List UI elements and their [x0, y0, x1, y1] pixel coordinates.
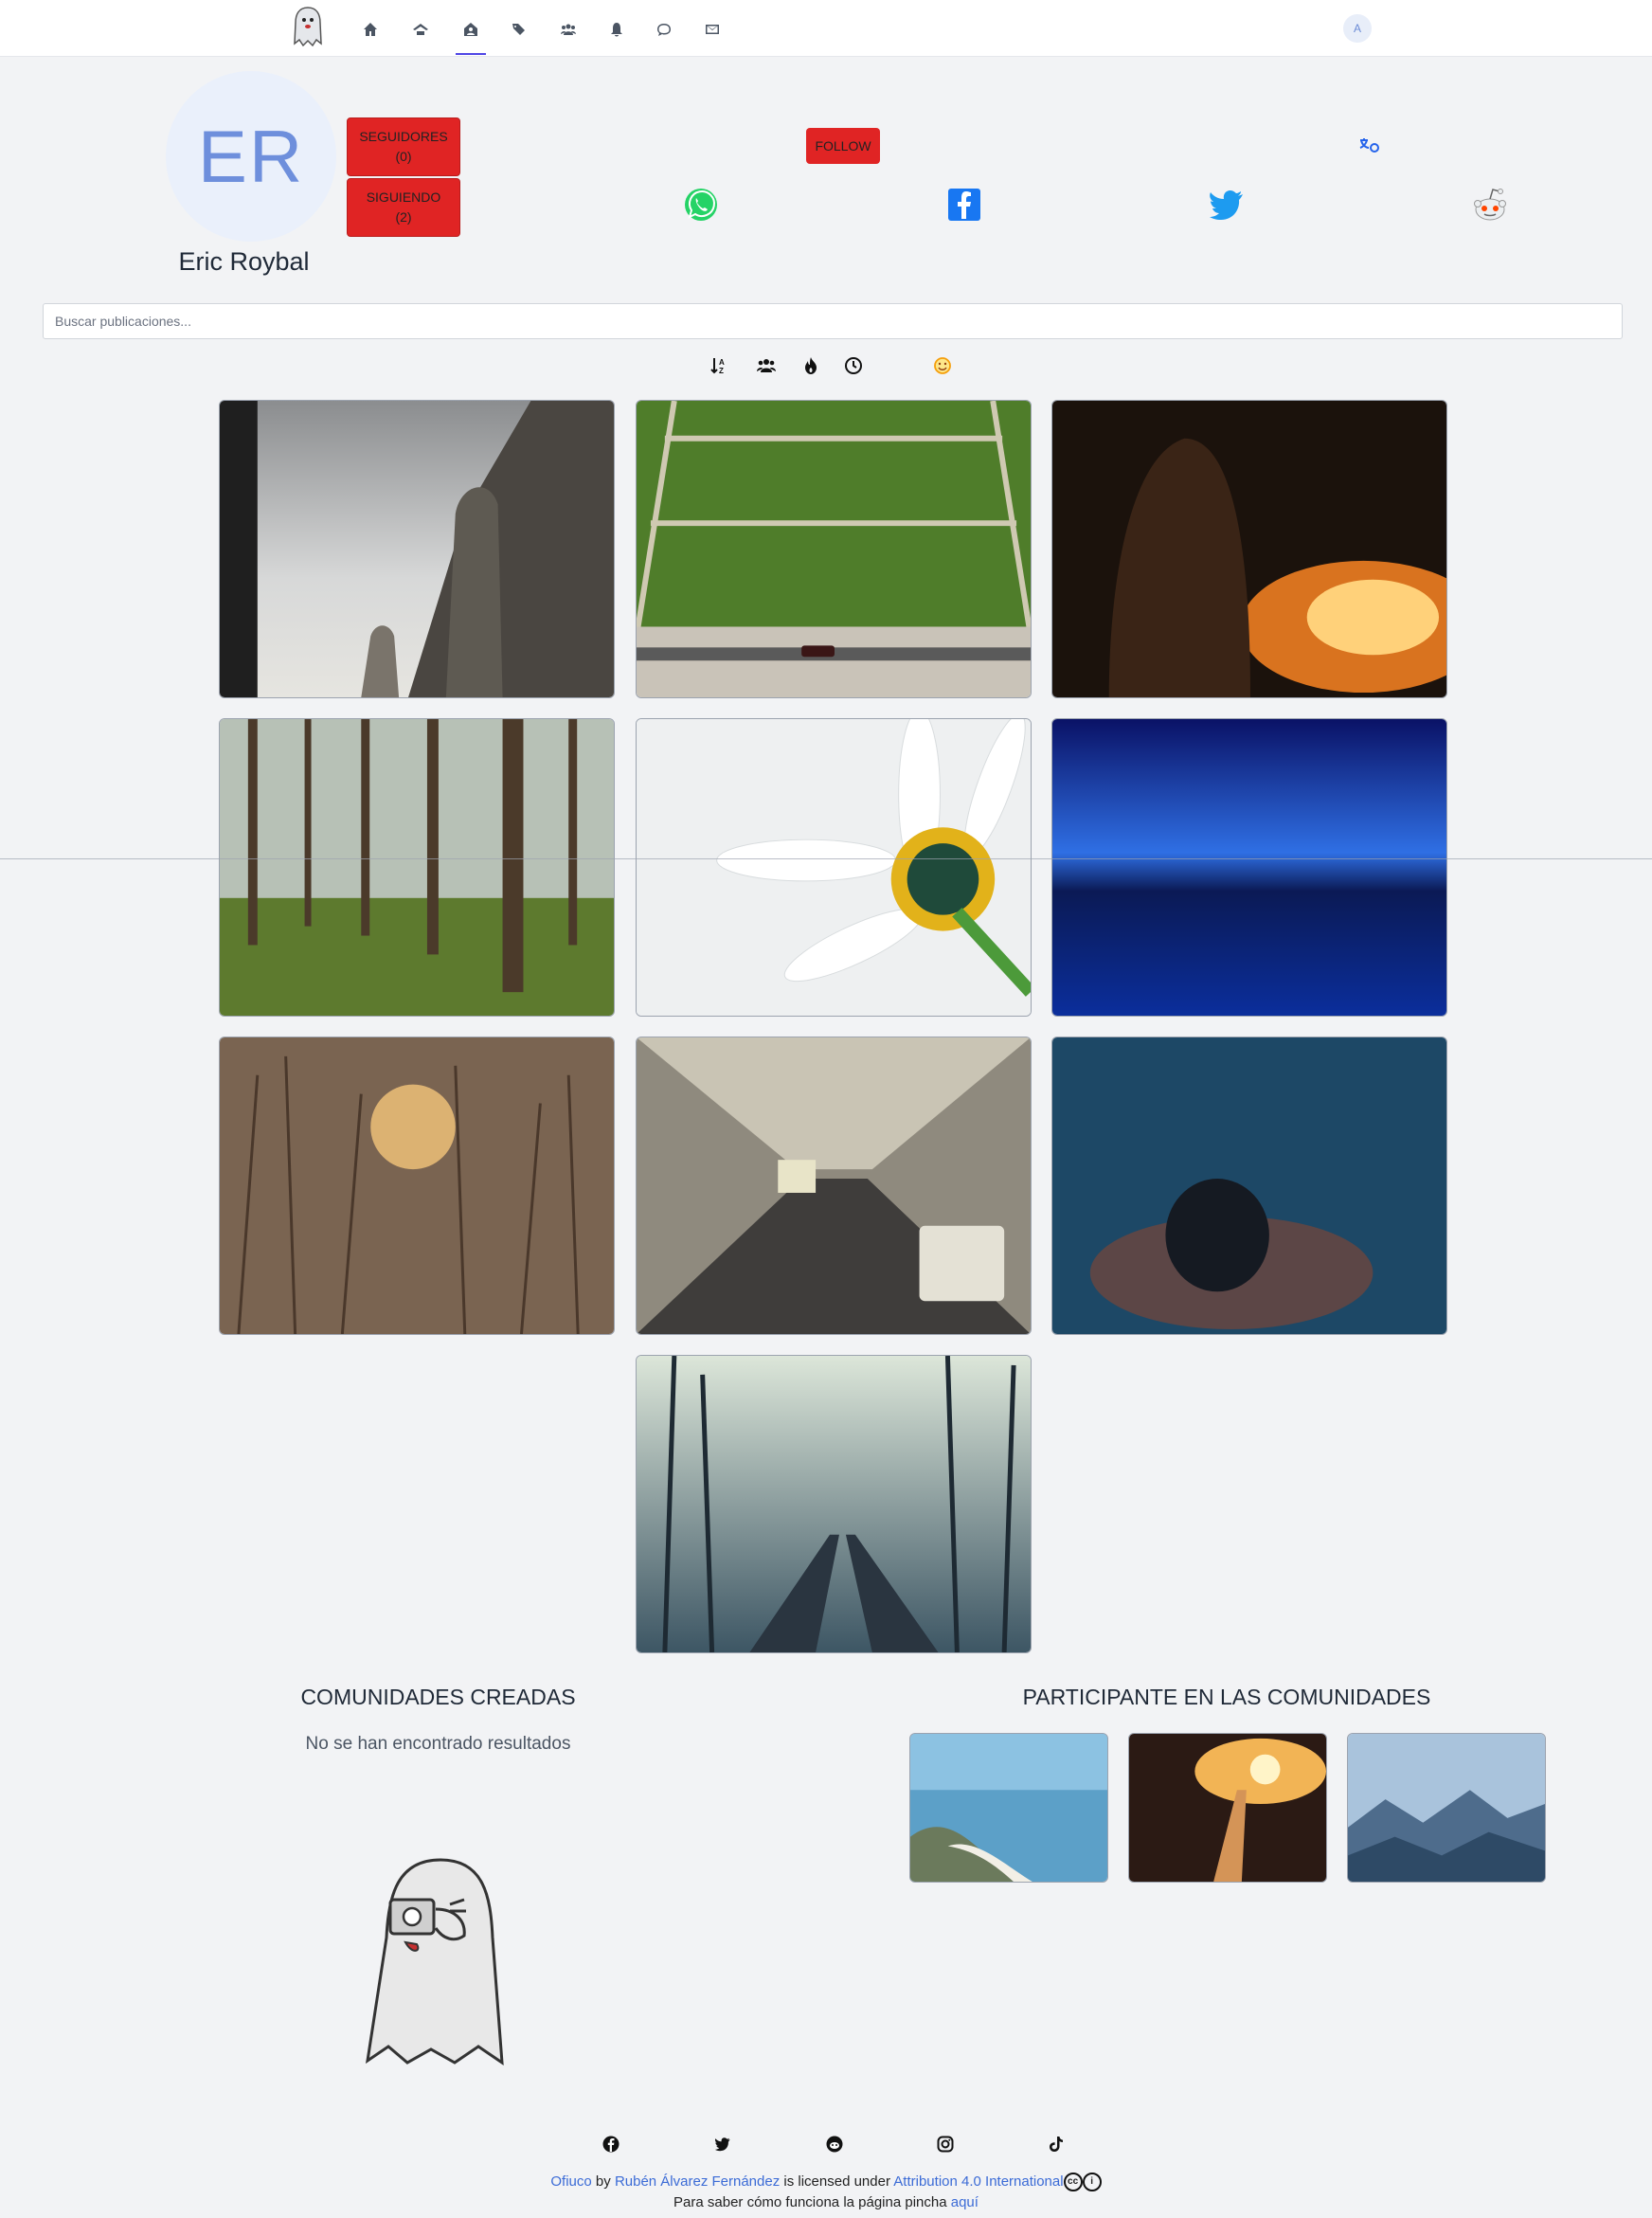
sort-alpha-icon: A Z — [710, 358, 725, 375]
footer-twitter-link[interactable] — [713, 2135, 732, 2154]
created-communities-title: COMUNIDADES CREADAS — [300, 1685, 576, 1709]
post-tile[interactable] — [636, 718, 1032, 1017]
reddit-icon[interactable] — [1471, 186, 1509, 224]
community-card[interactable] — [909, 1733, 1108, 1883]
nav-ghost-house[interactable] — [408, 17, 433, 42]
fire-icon — [805, 357, 817, 374]
popular-filter[interactable] — [799, 354, 822, 377]
twitter-icon[interactable] — [1208, 186, 1246, 224]
divider-line — [0, 858, 1652, 859]
svg-text:Z: Z — [719, 367, 724, 375]
post-tile[interactable] — [219, 400, 615, 698]
foggy-railroad-image — [637, 1356, 1031, 1652]
clock-icon — [845, 357, 862, 374]
translate-icon[interactable] — [1358, 136, 1381, 153]
search-posts-input[interactable] — [43, 303, 1623, 339]
sunset-grass-image — [220, 1037, 614, 1334]
architecture-dome-image — [220, 401, 614, 697]
mountains-clouds-image — [1348, 1734, 1545, 1882]
post-tile[interactable] — [636, 400, 1032, 698]
instagram-icon — [937, 2136, 954, 2153]
license-link[interactable]: Attribution 4.0 International — [893, 2173, 1063, 2190]
license-line: Ofiuco by Rubén Álvarez Fernández is lic… — [0, 2173, 1652, 2191]
smile-icon — [934, 357, 951, 374]
mood-filter[interactable] — [931, 354, 954, 377]
white-daisy-image — [637, 719, 1031, 1016]
licensed-text: is licensed under — [783, 2173, 890, 2190]
help-text: Para saber cómo funciona la página pinch… — [673, 2194, 947, 2210]
facebook-icon[interactable] — [945, 186, 983, 224]
nav-users[interactable] — [556, 17, 581, 42]
ghost-logo-icon[interactable] — [291, 6, 325, 49]
follow-button[interactable]: FOLLOW — [806, 128, 880, 164]
post-tile[interactable] — [636, 1355, 1032, 1653]
footer-reddit-link[interactable] — [825, 2135, 844, 2154]
whatsapp-icon[interactable] — [682, 186, 720, 224]
twitter-icon — [714, 2137, 730, 2152]
sort-alpha-filter[interactable]: A Z — [708, 354, 730, 377]
post-tile[interactable] — [636, 1037, 1032, 1335]
users-icon — [561, 24, 576, 35]
chat-icon — [657, 24, 671, 36]
post-tile[interactable] — [1051, 1037, 1447, 1335]
nav-chat[interactable] — [652, 17, 676, 42]
coast-aerial-image — [910, 1734, 1107, 1882]
facebook-icon — [602, 2136, 620, 2153]
bell-icon — [611, 23, 622, 37]
site-link[interactable]: Ofiuco — [550, 2173, 591, 2190]
ghost-camera-illustration — [365, 1858, 504, 2065]
help-link[interactable]: aquí — [951, 2194, 979, 2210]
footer-instagram-link[interactable] — [936, 2135, 955, 2154]
cc-icon: cc — [1063, 2173, 1083, 2191]
underwater-swimmer-image — [1052, 1037, 1446, 1334]
nav-notifications[interactable] — [604, 17, 629, 42]
following-count: (2) — [395, 209, 412, 225]
top-navbar: A — [0, 0, 1652, 57]
post-tile[interactable] — [219, 718, 615, 1017]
followers-label: SEGUIDORES — [359, 129, 448, 144]
green-field-car-image — [637, 401, 1031, 697]
cc-by-icon: i — [1082, 2173, 1102, 2191]
recent-filter[interactable] — [842, 354, 865, 377]
tags-icon — [512, 24, 525, 35]
help-line: Para saber cómo funciona la página pinch… — [0, 2194, 1652, 2210]
envelope-icon — [706, 25, 719, 34]
no-results-text: No se han encontrado resultados — [305, 1734, 571, 1754]
railway-sunset-image — [1129, 1734, 1326, 1882]
girl-bonfire-image — [1052, 401, 1446, 697]
ghost-house-icon — [413, 24, 428, 35]
post-tile[interactable] — [1051, 400, 1447, 698]
following-button[interactable]: SIGUIENDO (2) — [347, 178, 460, 237]
svg-text:A: A — [719, 358, 725, 367]
following-label: SIGUIENDO — [366, 189, 441, 205]
post-tile[interactable] — [219, 1037, 615, 1335]
tiktok-icon — [1050, 2137, 1063, 2152]
users-icon — [757, 359, 776, 372]
post-tile[interactable] — [1051, 718, 1447, 1017]
by-text: by — [595, 2173, 611, 2190]
user-avatar[interactable]: A — [1343, 14, 1372, 43]
followers-button[interactable]: SEGUIDORES (0) — [347, 117, 460, 176]
city-street-traffic-image — [637, 1037, 1031, 1334]
profile-name: Eric Roybal — [178, 247, 310, 276]
author-link[interactable]: Rubén Álvarez Fernández — [615, 2173, 780, 2190]
nav-home[interactable] — [358, 17, 383, 42]
footer-facebook-link[interactable] — [602, 2135, 620, 2154]
nav-user-house[interactable] — [456, 17, 486, 55]
nav-messages[interactable] — [700, 17, 725, 42]
community-card[interactable] — [1128, 1733, 1327, 1883]
followers-count: (0) — [395, 149, 412, 164]
pine-forest-image — [220, 719, 614, 1016]
user-house-icon — [464, 23, 477, 36]
nav-tags[interactable] — [507, 17, 531, 42]
footer-tiktok-link[interactable] — [1047, 2135, 1066, 2154]
profile-avatar: ER — [166, 71, 336, 242]
reddit-icon — [826, 2136, 843, 2153]
home-icon — [364, 23, 377, 36]
participant-communities-title: PARTICIPANTE EN LAS COMUNIDADES — [1022, 1685, 1431, 1709]
community-card[interactable] — [1347, 1733, 1546, 1883]
users-filter[interactable] — [755, 354, 778, 377]
blue-lake-image — [1052, 719, 1446, 1016]
